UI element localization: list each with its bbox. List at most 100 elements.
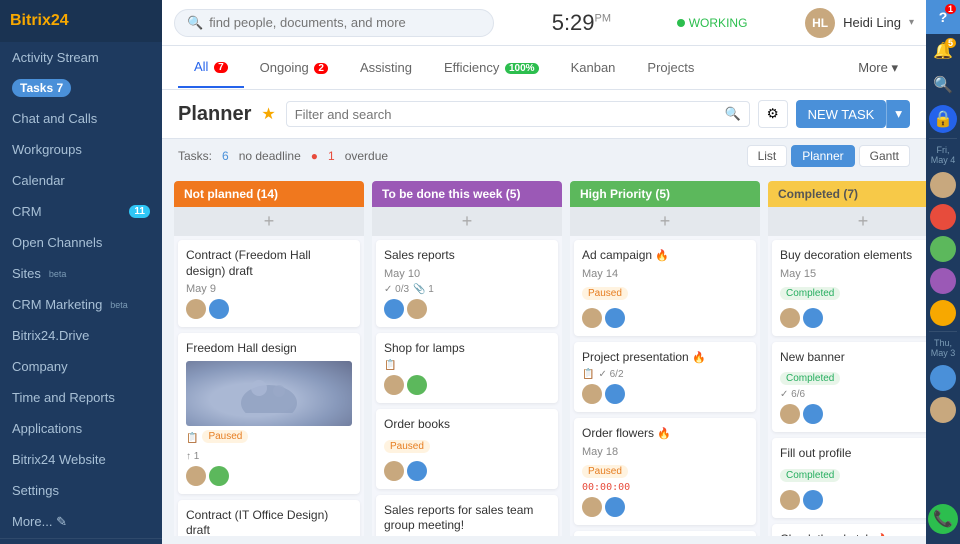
sidebar-item-label: Bitrix24.Drive [12, 328, 89, 343]
right-avatar-6[interactable] [930, 365, 956, 391]
topbar: 🔍 5:29PM WORKING HL Heidi Ling ▾ [162, 0, 926, 46]
no-deadline-label: no deadline [239, 149, 301, 163]
card-check-sketch[interactable]: Check the sketch 🔥 ✓ 4/4 [772, 524, 926, 536]
sidebar-item-crm[interactable]: CRM 11 [0, 196, 162, 227]
card-project-presentation[interactable]: Project presentation 🔥 📋 ✓ 6/2 [574, 342, 756, 413]
sidebar-item-sites[interactable]: Sites beta [0, 258, 162, 289]
filter-input-wrap[interactable]: 🔍 [286, 101, 750, 127]
card-buy-decoration[interactable]: Buy decoration elements May 15 Completed [772, 240, 926, 336]
help-button[interactable]: ? 1 [926, 0, 960, 34]
sidebar-item-label: Calendar [12, 173, 65, 188]
right-avatar-4[interactable] [930, 268, 956, 294]
filter-input[interactable] [295, 107, 725, 122]
sidebar-item-more[interactable]: More... ✎ [0, 506, 162, 538]
card-sales-reports[interactable]: Sales reports May 10 ✓ 0/3 📎 1 [376, 240, 558, 327]
search-button[interactable]: 🔍 [926, 68, 960, 102]
card-sales-reports-team[interactable]: Sales reports for sales team group meeti… [376, 495, 558, 536]
card-shop-for-lamps-hp[interactable]: Shop for lamps May 14 [574, 531, 756, 536]
right-avatar-2[interactable] [930, 204, 956, 230]
new-task-split-button[interactable]: ▾ [886, 100, 910, 128]
view-list-button[interactable]: List [747, 145, 788, 167]
card-ad-campaign[interactable]: Ad campaign 🔥 May 14 Paused [574, 240, 756, 336]
sidebar-item-calendar[interactable]: Calendar [0, 165, 162, 196]
right-avatar-5[interactable] [930, 300, 956, 326]
user-name: Heidi Ling [843, 15, 901, 30]
col-add-to-be-done[interactable]: + [372, 207, 562, 236]
col-add-high-priority[interactable]: + [570, 207, 760, 236]
right-avatar-1[interactable] [930, 172, 956, 198]
tab-more[interactable]: More ▾ [846, 52, 910, 84]
tab-kanban[interactable]: Kanban [555, 48, 632, 87]
sidebar-item-time-and-reports[interactable]: Time and Reports [0, 382, 162, 413]
card-fill-out-profile[interactable]: Fill out profile Completed [772, 438, 926, 518]
planner-star-icon[interactable]: ★ [261, 104, 275, 124]
sidebar-item-crm-marketing[interactable]: CRM Marketing beta [0, 289, 162, 320]
card-status: Paused [384, 440, 430, 453]
tasks-badge: 7 [56, 81, 63, 95]
working-status[interactable]: WORKING [677, 16, 748, 30]
col-label-completed: Completed (7) [778, 187, 858, 201]
meta-attach: 📎 1 [413, 284, 434, 295]
meta-progress: ✓ 6/6 [780, 389, 805, 400]
tab-assisting[interactable]: Assisting [344, 48, 428, 87]
overdue-count-link[interactable]: 1 [328, 149, 335, 163]
lock-button[interactable]: 🔒 [929, 105, 957, 133]
new-task-button[interactable]: NEW TASK [796, 100, 887, 128]
col-add-completed[interactable]: + [768, 207, 926, 236]
right-avatar-7[interactable] [930, 397, 956, 423]
col-add-not-planned[interactable]: + [174, 207, 364, 236]
settings-button[interactable]: ⚙ [758, 100, 788, 128]
tab-efficiency[interactable]: Efficiency 100% [428, 48, 555, 87]
card-avatars [780, 490, 926, 510]
tab-all[interactable]: All 7 [178, 47, 244, 88]
card-contract-it-office[interactable]: Contract (IT Office Design) draft May 17 [178, 500, 360, 536]
card-title: Fill out profile [780, 446, 926, 462]
card-contract-freedom-hall[interactable]: Contract (Freedom Hall design) draft May… [178, 240, 360, 327]
card-order-books[interactable]: Order books Paused [376, 409, 558, 489]
card-shop-for-lamps[interactable]: Shop for lamps 📋 [376, 333, 558, 404]
tasks-pill[interactable]: Tasks 7 [12, 79, 71, 97]
view-planner-button[interactable]: Planner [791, 145, 854, 167]
card-avatars [186, 299, 352, 319]
phone-button[interactable]: 📞 [928, 504, 958, 534]
meta-progress: ✓ 0/3 [384, 284, 409, 295]
sidebar-item-label: CRM [12, 204, 42, 219]
card-avatars [582, 308, 748, 328]
card-freedom-hall-design[interactable]: Freedom Hall design 📋 [178, 333, 360, 494]
column-to-be-done: To be done this week (5) + Sales reports… [372, 181, 562, 536]
sidebar-item-chat-and-calls[interactable]: Chat and Calls [0, 103, 162, 134]
card-status: Paused [202, 430, 248, 443]
tab-ongoing[interactable]: Ongoing 2 [244, 48, 344, 87]
user-avatar[interactable]: HL [805, 8, 835, 38]
card-meta: ✓ 6/6 [780, 389, 926, 400]
tab-projects[interactable]: Projects [631, 48, 710, 87]
notifications-button[interactable]: 🔔 5 [926, 34, 960, 68]
user-chevron-icon[interactable]: ▾ [909, 17, 914, 28]
configure-menu[interactable]: ⚙ CONFIGURE MENU [0, 538, 162, 544]
card-order-flowers[interactable]: Order flowers 🔥 May 18 Paused 00:00:00 [574, 418, 756, 525]
sidebar-item-activity-stream[interactable]: Activity Stream [0, 42, 162, 73]
right-avatar-3[interactable] [930, 236, 956, 262]
card-avatars [384, 375, 550, 395]
sidebar-item-open-channels[interactable]: Open Channels [0, 227, 162, 258]
working-label: WORKING [689, 16, 748, 30]
sidebar-item-label: Bitrix24 Website [12, 452, 106, 467]
avatar [803, 490, 823, 510]
sidebar-item-bitrix24-website[interactable]: Bitrix24 Website [0, 444, 162, 475]
avatar [605, 384, 625, 404]
sidebar-item-company[interactable]: Company [0, 351, 162, 382]
sidebar-item-tasks[interactable]: Tasks 7 [0, 73, 162, 103]
sidebar-item-workgroups[interactable]: Workgroups [0, 134, 162, 165]
card-new-banner[interactable]: New banner Completed ✓ 6/6 [772, 342, 926, 433]
sidebar-item-settings[interactable]: Settings [0, 475, 162, 506]
search-input[interactable] [209, 15, 481, 30]
sidebar-item-applications[interactable]: Applications [0, 413, 162, 444]
card-status: Completed [780, 469, 840, 482]
view-buttons: List Planner Gantt [747, 145, 910, 167]
view-gantt-button[interactable]: Gantt [859, 145, 910, 167]
sidebar-item-label: Sites [12, 266, 41, 281]
sidebar-item-bitrix24-drive[interactable]: Bitrix24.Drive [0, 320, 162, 351]
search-box[interactable]: 🔍 [174, 9, 494, 37]
avatar [407, 299, 427, 319]
tasks-count-link[interactable]: 6 [222, 149, 229, 163]
